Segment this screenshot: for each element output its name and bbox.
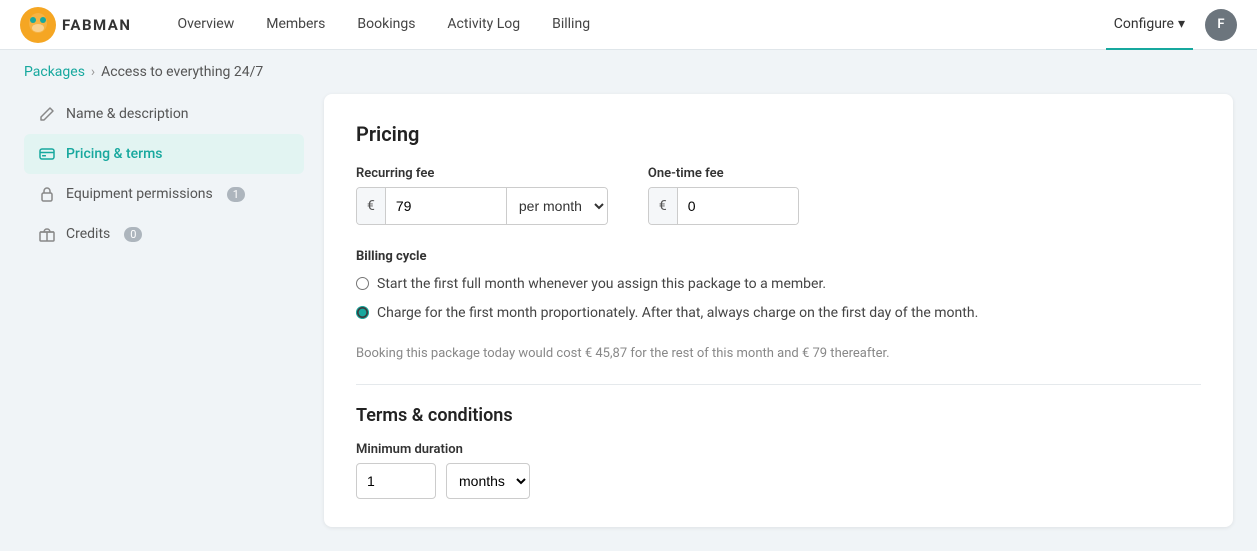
main-layout: Name & description Pricing & terms Equip… (0, 94, 1257, 551)
sidebar-label-pricing-terms: Pricing & terms (66, 146, 163, 162)
terms-section: Terms & conditions Minimum duration mont… (356, 405, 1201, 499)
recurring-currency-symbol: € (357, 188, 386, 224)
configure-label: Configure (1114, 16, 1174, 32)
min-duration-row: months weeks days (356, 463, 1201, 499)
recurring-fee-label: Recurring fee (356, 166, 608, 181)
billing-option-2: Charge for the first month proportionate… (356, 303, 1201, 324)
lock-icon (38, 185, 56, 203)
navbar: FABMAN Overview Members Bookings Activit… (0, 0, 1257, 50)
pricing-title: Pricing (356, 122, 1201, 146)
min-duration-input[interactable] (356, 463, 436, 499)
onetimefee-currency-symbol: € (649, 188, 678, 224)
breadcrumb-parent[interactable]: Packages (24, 64, 85, 80)
breadcrumb-current: Access to everything 24/7 (101, 64, 263, 80)
booking-info-text: Booking this package today would cost € … (356, 344, 1201, 364)
pricing-section: Pricing Recurring fee € per month per we… (356, 122, 1201, 364)
nav-activity-log[interactable]: Activity Log (431, 0, 536, 50)
recurring-fee-input-wrapper: € per month per week per day (356, 187, 608, 225)
billing-cycle-label: Billing cycle (356, 249, 1201, 264)
onetimefee-label: One-time fee (648, 166, 799, 181)
nav-overview[interactable]: Overview (161, 0, 250, 50)
sidebar-label-name-description: Name & description (66, 106, 189, 122)
onetimefee-group: One-time fee € (648, 166, 799, 225)
fabman-logo-icon (20, 7, 56, 43)
onetimefee-input-wrapper: € (648, 187, 799, 225)
chevron-down-icon: ▾ (1178, 16, 1185, 32)
nav-bookings[interactable]: Bookings (341, 0, 431, 50)
sidebar-item-credits[interactable]: Credits 0 (24, 214, 304, 254)
nav-links: Overview Members Bookings Activity Log B… (161, 0, 606, 50)
content-card: Pricing Recurring fee € per month per we… (324, 94, 1233, 527)
sidebar-item-name-description[interactable]: Name & description (24, 94, 304, 134)
section-divider (356, 384, 1201, 385)
onetimefee-input[interactable] (678, 188, 798, 224)
terms-title: Terms & conditions (356, 405, 1201, 426)
breadcrumb: Packages › Access to everything 24/7 (0, 50, 1257, 94)
avatar[interactable]: F (1205, 9, 1237, 41)
sidebar: Name & description Pricing & terms Equip… (24, 94, 304, 527)
nav-members[interactable]: Members (250, 0, 341, 50)
sidebar-label-credits: Credits (66, 226, 110, 242)
billing-radio-1[interactable] (356, 277, 369, 290)
min-duration-label: Minimum duration (356, 442, 1201, 457)
billing-option-1: Start the first full month whenever you … (356, 274, 1201, 295)
per-month-select[interactable]: per month per week per day (506, 188, 607, 224)
credits-badge: 0 (124, 227, 142, 242)
sidebar-label-equipment-permissions: Equipment permissions (66, 186, 213, 202)
logo-text: FABMAN (62, 16, 131, 34)
nav-right: Configure ▾ F (1106, 0, 1237, 50)
edit-icon (38, 105, 56, 123)
billing-option-1-text: Start the first full month whenever you … (377, 274, 826, 295)
min-duration-unit-select[interactable]: months weeks days (446, 463, 530, 499)
recurring-fee-group: Recurring fee € per month per week per d… (356, 166, 608, 225)
billing-radio-2[interactable] (356, 306, 369, 319)
nav-billing[interactable]: Billing (536, 0, 606, 50)
billing-option-2-text: Charge for the first month proportionate… (377, 303, 978, 324)
sidebar-item-pricing-terms[interactable]: Pricing & terms (24, 134, 304, 174)
equipment-badge: 1 (227, 187, 245, 202)
pricing-row: Recurring fee € per month per week per d… (356, 166, 1201, 225)
recurring-fee-input[interactable] (386, 188, 506, 224)
billing-cycle-section: Billing cycle Start the first full month… (356, 249, 1201, 324)
configure-button[interactable]: Configure ▾ (1106, 0, 1193, 50)
sidebar-item-equipment-permissions[interactable]: Equipment permissions 1 (24, 174, 304, 214)
credit-card-icon (38, 145, 56, 163)
breadcrumb-separator: › (91, 64, 95, 80)
logo: FABMAN (20, 7, 131, 43)
gift-icon (38, 225, 56, 243)
